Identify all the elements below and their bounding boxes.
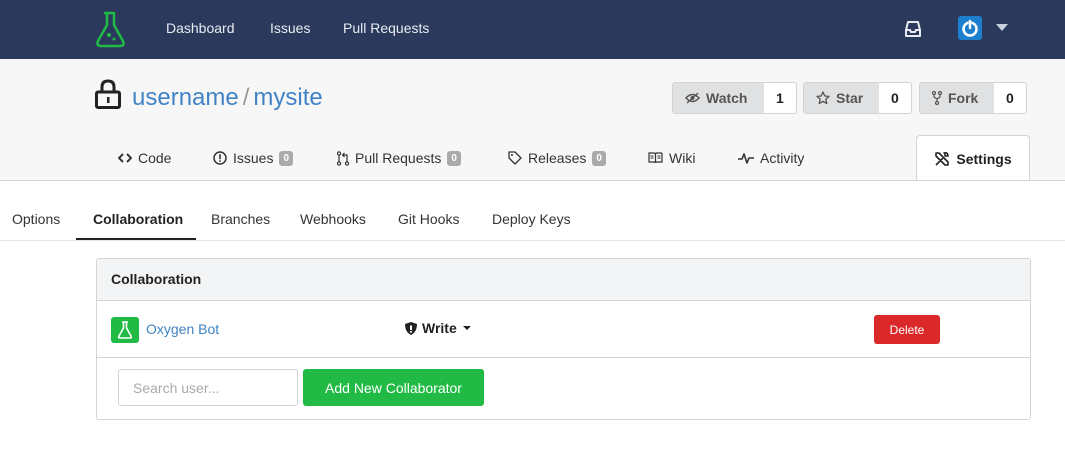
- star-label: Star: [836, 90, 864, 106]
- delete-collaborator-button[interactable]: Delete: [874, 315, 940, 344]
- nav-dashboard[interactable]: Dashboard: [166, 20, 235, 36]
- permission-label: Write: [422, 320, 457, 336]
- sub-tabs-divider: [0, 240, 1065, 241]
- nav-pull-requests[interactable]: Pull Requests: [343, 20, 429, 36]
- fork-button-group: Fork 0: [919, 82, 1027, 114]
- watch-label: Watch: [706, 90, 748, 106]
- tools-icon: [935, 151, 950, 166]
- user-avatar[interactable]: [958, 16, 982, 40]
- tab-wiki-label: Wiki: [669, 150, 696, 166]
- settings-tab-branches[interactable]: Branches: [211, 211, 270, 227]
- tab-issues-count: 0: [279, 150, 294, 166]
- watch-button-group: Watch 1: [672, 82, 797, 114]
- code-icon: [118, 153, 132, 163]
- watch-count[interactable]: 1: [764, 83, 796, 113]
- panel-title: Collaboration: [111, 271, 202, 287]
- repo-owner-link[interactable]: username: [132, 84, 239, 111]
- pull-request-icon: [337, 150, 349, 166]
- flask-avatar-icon: [117, 321, 133, 339]
- settings-tab-collaboration[interactable]: Collaboration: [93, 211, 183, 227]
- tab-code-label: Code: [138, 150, 172, 166]
- lock-icon: [95, 79, 121, 109]
- repo-title: username / mysite: [132, 84, 323, 112]
- tab-pull-requests-count: 0: [447, 150, 461, 166]
- tab-activity[interactable]: Activity: [738, 150, 804, 166]
- repo-separator: /: [242, 84, 250, 111]
- header-divider: [0, 180, 1065, 181]
- top-navbar: Dashboard Issues Pull Requests: [0, 0, 1065, 59]
- permission-chevron-down-icon: [462, 326, 471, 330]
- repo-name-link[interactable]: mysite: [253, 84, 322, 111]
- search-user-input[interactable]: [118, 369, 298, 406]
- tag-icon: [508, 151, 522, 165]
- book-icon: [648, 152, 663, 164]
- nav-issues[interactable]: Issues: [270, 20, 310, 36]
- panel-header: Collaboration: [97, 259, 1030, 301]
- settings-tab-options[interactable]: Options: [12, 211, 60, 227]
- settings-tab-git-hooks[interactable]: Git Hooks: [398, 211, 459, 227]
- settings-tab-webhooks[interactable]: Webhooks: [300, 211, 366, 227]
- tab-pull-requests[interactable]: Pull Requests 0: [337, 150, 461, 166]
- permission-dropdown[interactable]: Write: [404, 320, 471, 336]
- shield-icon: [405, 321, 417, 335]
- fork-icon: [932, 91, 942, 105]
- star-button-group: Star 0: [803, 82, 912, 114]
- issue-opened-icon: [213, 151, 227, 165]
- tab-activity-label: Activity: [760, 150, 805, 166]
- collaboration-panel: Collaboration Oxygen Bot Write Delete Ad…: [96, 258, 1031, 420]
- row-divider: [97, 357, 1030, 358]
- tab-settings-label: Settings: [956, 150, 1012, 167]
- tab-code[interactable]: Code: [118, 150, 171, 166]
- inbox-icon[interactable]: [904, 20, 922, 38]
- watch-button[interactable]: Watch: [673, 83, 764, 113]
- tab-issues-label: Issues: [233, 150, 274, 166]
- add-collaborator-button[interactable]: Add New Collaborator: [303, 369, 484, 406]
- tab-settings[interactable]: Settings: [916, 135, 1030, 181]
- tab-issues[interactable]: Issues 0: [213, 150, 294, 166]
- flask-logo-icon[interactable]: [94, 10, 128, 48]
- fork-count[interactable]: 0: [994, 83, 1026, 113]
- star-button[interactable]: Star: [804, 83, 879, 113]
- fork-button[interactable]: Fork: [920, 83, 994, 113]
- star-count[interactable]: 0: [879, 83, 911, 113]
- eye-icon: [685, 92, 700, 104]
- star-icon: [816, 91, 830, 105]
- collaborator-avatar[interactable]: [111, 317, 139, 343]
- collaborator-name-link[interactable]: Oxygen Bot: [146, 321, 219, 337]
- power-avatar-icon: [962, 19, 978, 37]
- fork-label: Fork: [948, 90, 979, 106]
- tab-wiki[interactable]: Wiki: [648, 150, 695, 166]
- tab-pull-requests-label: Pull Requests: [355, 150, 442, 166]
- user-menu-chevron-down-icon[interactable]: [996, 24, 1008, 31]
- tab-releases-label: Releases: [528, 150, 587, 166]
- tab-releases[interactable]: Releases 0: [508, 150, 606, 166]
- settings-tab-deploy-keys[interactable]: Deploy Keys: [492, 211, 571, 227]
- tab-releases-count: 0: [592, 150, 606, 166]
- pulse-icon: [738, 153, 754, 164]
